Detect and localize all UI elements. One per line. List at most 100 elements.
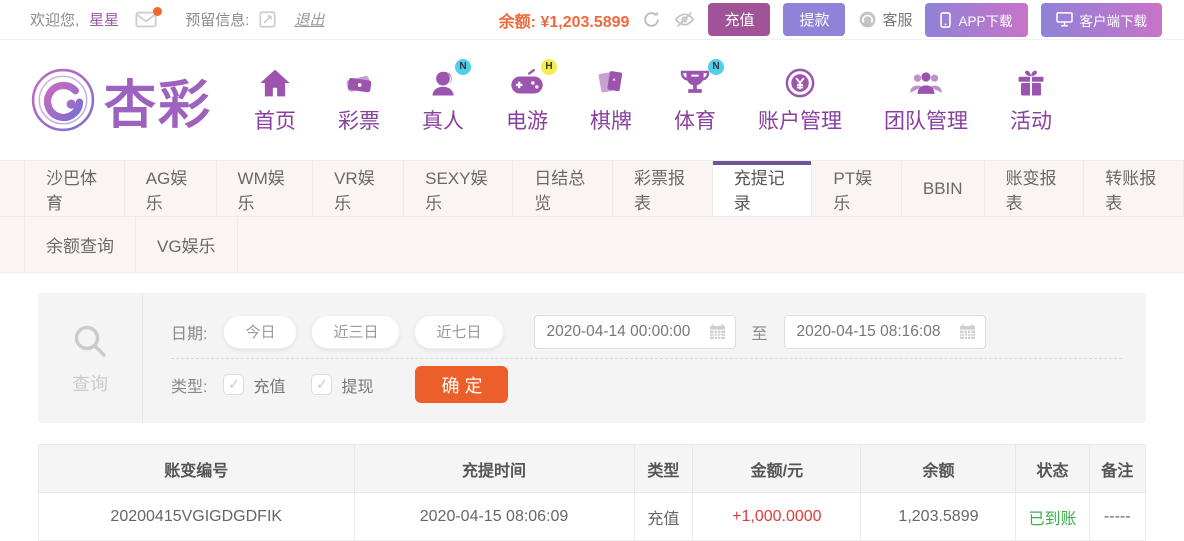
cell-amount: +1,000.0000 — [692, 492, 862, 541]
nav-item-6[interactable]: N 体育 — [674, 58, 725, 135]
table-header-3: 类型 — [633, 444, 694, 493]
activity-gift-icon — [1016, 66, 1046, 98]
tab-1-11[interactable]: 账变报表 — [985, 161, 1085, 216]
monitor-icon — [1055, 12, 1073, 27]
egames-gamepad-icon: H — [510, 58, 558, 98]
tab-1-8[interactable]: 充提记录 — [712, 161, 813, 216]
customer-service-link[interactable]: 客服 — [858, 9, 912, 30]
tab-1-6[interactable]: 日结总览 — [513, 161, 613, 216]
tab-1-3[interactable]: WM娱乐 — [217, 161, 314, 216]
type-option-deposit-label: 充值 — [253, 378, 286, 396]
home-icon — [259, 66, 291, 98]
table-header-6: 状态 — [1015, 444, 1090, 493]
nav-item-label: 账户管理 — [758, 109, 843, 133]
table-header-row: 账变编号 充提时间 类型 金额/元 余额 状态 备注 — [38, 444, 1146, 493]
tab-1-2[interactable]: AG娱乐 — [125, 161, 217, 216]
date-to-input[interactable]: 2020-04-15 08:16:08 — [783, 314, 986, 349]
logo-emblem-icon — [30, 67, 96, 133]
tab-2-1[interactable]: 余额查询 — [24, 217, 136, 272]
table-header-7: 备注 — [1088, 444, 1146, 493]
site-logo[interactable]: 杏彩 — [30, 63, 212, 138]
table-header-2: 充提时间 — [353, 444, 635, 493]
sports-trophy-icon: N — [679, 58, 725, 98]
balance: 余额: ¥1,203.5899 — [499, 8, 630, 32]
app-download-button[interactable]: APP下载 — [925, 2, 1028, 37]
nav-item-4[interactable]: H 电游 — [506, 58, 558, 135]
search-icon — [70, 321, 110, 361]
date-from-input[interactable]: 2020-04-14 00:00:00 — [533, 314, 736, 349]
badge-n: N — [455, 58, 472, 75]
mail-icon[interactable] — [135, 6, 163, 29]
tab-1-4[interactable]: VR娱乐 — [313, 161, 405, 216]
content: 查询 日期: 今日 近三日 近七日 2020-04-14 00:00:00 至 … — [0, 273, 1184, 541]
quick-range-today[interactable]: 今日 — [223, 314, 298, 349]
tab-1-5[interactable]: SEXY娱乐 — [404, 161, 514, 216]
balance-label: 余额: — [498, 13, 536, 31]
app-download-label: APP下载 — [958, 13, 1013, 29]
tab-1-10[interactable]: BBIN — [902, 161, 985, 216]
edit-icon[interactable] — [259, 11, 276, 28]
type-checkbox-deposit[interactable]: 充值 — [223, 373, 285, 397]
nav-item-1[interactable]: 首页 — [254, 66, 296, 135]
badge-n: N — [708, 58, 725, 75]
date-label: 日期: — [171, 325, 208, 343]
tab-row-1: 沙巴体育 AG娱乐 WM娱乐 VR娱乐 SEXY娱乐 日结总览 彩票报表 充提记录 PT娱乐 BB… — [0, 161, 1184, 217]
quick-range-3days[interactable]: 近三日 — [311, 314, 401, 349]
submit-button[interactable]: 确 定 — [415, 366, 509, 403]
check-icon — [311, 374, 333, 395]
refresh-icon[interactable] — [642, 10, 661, 29]
nav-item-label: 真人 — [422, 109, 465, 133]
tab-1-9[interactable]: PT娱乐 — [812, 161, 902, 216]
customer-service-label: 客服 — [882, 12, 913, 29]
type-label: 类型: — [171, 378, 208, 396]
records-table: 账变编号 充提时间 类型 金额/元 余额 状态 备注 20200415VGIGDGDFIK 20… — [38, 444, 1146, 541]
cell-id: 20200415VGIGDGDFIK — [38, 492, 355, 541]
nav-item-label: 电游 — [506, 109, 549, 133]
tab-1-1[interactable]: 沙巴体育 — [24, 161, 125, 216]
headset-icon — [858, 10, 877, 29]
username-link[interactable]: 星星 — [89, 9, 119, 30]
client-download-button[interactable]: 客户端下载 — [1040, 2, 1162, 37]
type-checkbox-withdraw[interactable]: 提现 — [311, 373, 373, 397]
logout-link[interactable]: 退出 — [294, 9, 324, 30]
nav-item-label: 棋牌 — [590, 109, 633, 133]
brand-name: 杏彩 — [104, 76, 213, 135]
withdraw-button[interactable]: 提款 — [783, 3, 846, 36]
cell-type: 充值 — [633, 492, 694, 541]
phone-icon — [940, 11, 952, 28]
check-icon — [223, 374, 245, 395]
nav-item-label: 首页 — [254, 109, 297, 133]
nav-item-3[interactable]: N 真人 — [422, 58, 472, 135]
tab-strip: 沙巴体育 AG娱乐 WM娱乐 VR娱乐 SEXY娱乐 日结总览 彩票报表 充提记录 PT娱乐 BB… — [0, 160, 1184, 273]
nav-item-8[interactable]: 团队管理 — [884, 66, 968, 135]
date-filter-row: 日期: 今日 近三日 近七日 2020-04-14 00:00:00 至 202… — [171, 306, 1122, 358]
tab-1-12[interactable]: 转账报表 — [1084, 161, 1184, 216]
query-label: 查询 — [72, 373, 108, 394]
client-download-label: 客户端下载 — [1079, 13, 1148, 29]
nav-item-5[interactable]: 棋牌 — [590, 66, 632, 135]
deposit-button[interactable]: 充值 — [708, 3, 771, 36]
tab-1-7[interactable]: 彩票报表 — [613, 161, 713, 216]
nav-item-label: 团队管理 — [884, 109, 969, 133]
live-dealer-icon: N — [428, 58, 472, 98]
topbar-left: 欢迎您, 星星 预留信息: 退出 — [30, 6, 324, 30]
tab-row-2: 余额查询 VG娱乐 — [0, 217, 1184, 273]
welcome-text: 欢迎您, — [30, 12, 80, 29]
to-label: 至 — [751, 325, 768, 343]
nav-item-9[interactable]: 活动 — [1010, 66, 1052, 135]
tab-2-2[interactable]: VG娱乐 — [136, 217, 238, 272]
topbar-right: 余额: ¥1,203.5899 充值 提款 客服 APP下载 客户端下载 — [499, 2, 1162, 37]
cell-remark: ----- — [1088, 492, 1146, 541]
nav-item-2[interactable]: 彩票 — [338, 66, 380, 135]
cell-status: 已到账 — [1015, 492, 1090, 541]
quick-range-7days[interactable]: 近七日 — [414, 314, 504, 349]
badge-h: H — [541, 58, 558, 75]
nav-item-7[interactable]: 账户管理 — [758, 66, 842, 135]
nav-item-label: 体育 — [674, 109, 717, 133]
eye-off-icon[interactable] — [674, 10, 695, 29]
nav-item-label: 彩票 — [338, 109, 381, 133]
table-header-4: 金额/元 — [692, 444, 862, 493]
nav-item-label: 活动 — [1010, 109, 1053, 133]
calendar-icon — [709, 323, 726, 340]
main-nav: 首页 彩票 N 真人 H 电游 棋牌 N 体育 账户管理 团队管理 活动 — [254, 58, 1052, 135]
